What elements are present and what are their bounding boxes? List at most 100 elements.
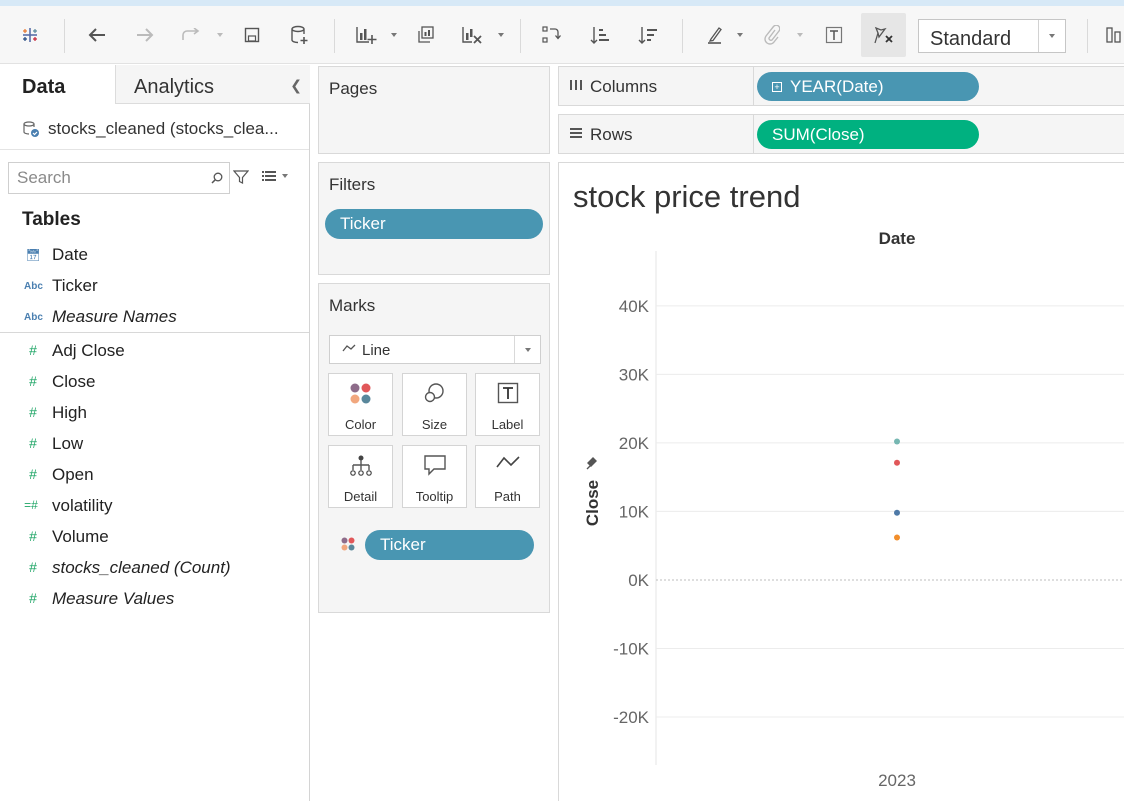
show-mark-labels-button[interactable]: [819, 6, 849, 64]
search-input[interactable]: [9, 163, 209, 193]
group-dropdown[interactable]: [795, 6, 805, 64]
duplicate-sheet-button[interactable]: [410, 6, 440, 64]
redo-button[interactable]: [130, 6, 160, 64]
color-pill-ticker[interactable]: Ticker: [365, 530, 534, 560]
tableau-logo-icon[interactable]: [14, 6, 46, 64]
expand-icon[interactable]: +: [772, 81, 782, 92]
highlight-dropdown[interactable]: [735, 6, 745, 64]
chevron-down-icon: [514, 336, 540, 363]
data-point: [894, 438, 900, 445]
datasource-item[interactable]: stocks_cleaned (stocks_clea...: [22, 117, 304, 141]
toolbar-separator: [64, 19, 65, 53]
field-label: Measure Values: [52, 589, 175, 608]
data-point: [894, 509, 900, 516]
text-label-icon: [825, 26, 843, 44]
toolbar-separator: [520, 19, 521, 53]
sort-ascending-button[interactable]: [585, 6, 615, 64]
sort-descending-button[interactable]: [633, 6, 663, 64]
hash-icon: #: [29, 373, 37, 389]
fit-select-value: Standard: [930, 28, 1012, 50]
rows-pill-sum-close[interactable]: SUM(Close): [757, 120, 979, 149]
y-tick-label: -10K: [613, 639, 650, 658]
field-label: volatility: [52, 496, 113, 515]
y-axis-label: Close: [583, 480, 602, 526]
mark-type-value: Line: [362, 342, 391, 359]
filter-icon[interactable]: [233, 169, 249, 185]
field-close[interactable]: # Close: [0, 369, 309, 397]
field-low[interactable]: # Low: [0, 431, 309, 459]
new-worksheet-button[interactable]: [350, 6, 382, 64]
marks-color-button[interactable]: Color: [328, 373, 393, 436]
fix-axes-button[interactable]: [861, 13, 906, 57]
new-data-source-button[interactable]: [284, 6, 314, 64]
field-label: Low: [52, 434, 84, 453]
sort-ascending-icon: [590, 27, 609, 44]
x-tick-label: 2023: [878, 771, 916, 790]
field-volume[interactable]: # Volume: [0, 524, 309, 552]
toolbar: Standard: [0, 6, 1124, 64]
field-measure-names[interactable]: Abc Measure Names: [0, 304, 309, 332]
new-worksheet-dropdown[interactable]: [389, 6, 399, 64]
marks-tooltip-button[interactable]: Tooltip: [402, 445, 467, 508]
tab-analytics-label: Analytics: [134, 76, 215, 98]
divider: [0, 149, 309, 150]
undo-button[interactable]: [82, 6, 112, 64]
columns-shelf[interactable]: Columns + YEAR(Date): [558, 66, 1124, 106]
filter-pill-ticker[interactable]: Ticker: [325, 209, 543, 239]
y-tick-label: -20K: [613, 708, 650, 727]
datasource-name: stocks_cleaned (stocks_clea...: [48, 119, 279, 138]
chevron-down-icon: [282, 174, 288, 178]
field-measure-values[interactable]: # Measure Values: [0, 586, 309, 614]
hash-icon: #: [29, 466, 37, 482]
show-me-button[interactable]: [1104, 6, 1124, 64]
columns-icon: [570, 80, 582, 90]
text-label-icon: [497, 382, 518, 404]
tab-analytics[interactable]: Analytics ❮: [115, 65, 310, 104]
field-ticker[interactable]: Abc Ticker: [0, 273, 309, 301]
collapse-pane-icon[interactable]: ❮: [290, 77, 302, 94]
field-label: Open: [52, 465, 94, 484]
pages-card[interactable]: Pages: [318, 66, 550, 154]
abc-icon: Abc: [24, 312, 43, 323]
chevron-down-icon[interactable]: [1038, 20, 1065, 52]
field-adj-close[interactable]: # Adj Close: [0, 338, 309, 366]
swap-rows-columns-button[interactable]: [536, 6, 566, 64]
size-icon: [424, 383, 444, 403]
arrow-right-icon: [137, 28, 154, 42]
sort-descending-icon: [638, 27, 657, 44]
save-button[interactable]: [237, 6, 267, 64]
field-date[interactable]: 📅︎ Date: [0, 242, 309, 270]
field-open[interactable]: # Open: [0, 462, 309, 490]
toolbar-separator: [682, 19, 683, 53]
filters-card[interactable]: Filters Ticker: [318, 162, 550, 275]
clear-sheet-dropdown[interactable]: [496, 6, 506, 64]
calc-hash-icon: =#: [24, 498, 38, 512]
hash-icon: #: [29, 528, 37, 544]
field-count[interactable]: # stocks_cleaned (Count): [0, 555, 309, 583]
group-members-button[interactable]: [757, 6, 787, 64]
tab-data[interactable]: Data: [0, 65, 115, 104]
marks-label-button[interactable]: Label: [475, 373, 540, 436]
y-tick-label: 20K: [619, 434, 650, 453]
field-volatility[interactable]: =# volatility: [0, 493, 309, 521]
marks-path-button[interactable]: Path: [475, 445, 540, 508]
replay-dropdown[interactable]: [215, 6, 225, 64]
columns-pill-year-date[interactable]: + YEAR(Date): [757, 72, 979, 101]
chart-svg[interactable]: 40K 30K 20K 10K 0K -10K -20K Date 2023 Close: [559, 163, 1124, 802]
search-box[interactable]: [8, 162, 230, 194]
rows-icon: [570, 128, 582, 138]
clear-sheet-button[interactable]: [456, 6, 488, 64]
marks-size-button[interactable]: Size: [402, 373, 467, 436]
field-label: Date: [52, 245, 88, 264]
fit-select[interactable]: Standard: [918, 19, 1066, 53]
datasource-icon: [23, 121, 39, 137]
rows-shelf[interactable]: Rows SUM(Close): [558, 114, 1124, 154]
marks-detail-button[interactable]: Detail: [328, 445, 393, 508]
view-options-button[interactable]: [262, 170, 288, 182]
field-high[interactable]: # High: [0, 400, 309, 428]
mark-type-select[interactable]: Line: [329, 335, 541, 364]
marks-path-label: Path: [494, 489, 521, 504]
replay-animation-button[interactable]: [176, 6, 206, 64]
hash-icon: #: [29, 590, 37, 606]
highlight-button[interactable]: [700, 6, 730, 64]
